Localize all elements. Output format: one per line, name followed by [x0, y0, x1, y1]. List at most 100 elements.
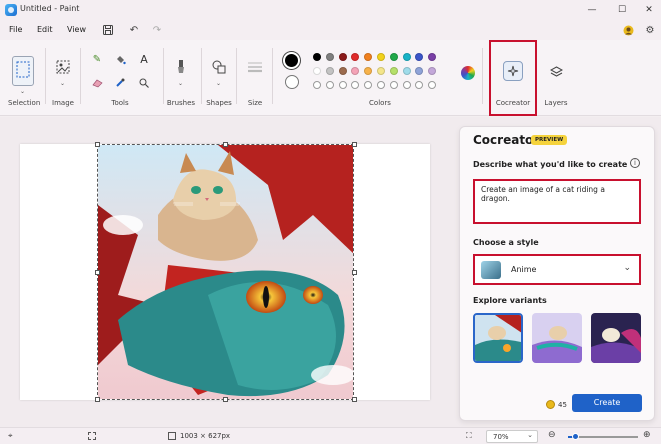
color-swatch[interactable] — [313, 81, 321, 89]
color-swatch[interactable] — [325, 53, 334, 61]
prompt-textarea[interactable]: Create an image of a cat riding a dragon… — [473, 179, 641, 224]
layers-icon[interactable] — [548, 64, 564, 80]
color-swatch[interactable] — [402, 67, 411, 75]
resize-handle[interactable] — [95, 142, 100, 147]
menu-edit[interactable]: Edit — [37, 25, 53, 34]
credit-coin-icon — [546, 400, 555, 409]
cocreator-panel: Cocreator PREVIEW Describe what you'd li… — [459, 126, 655, 421]
secondary-color-swatch[interactable] — [285, 75, 299, 89]
color-swatch[interactable] — [402, 81, 411, 89]
ribbon-divider — [201, 48, 202, 104]
image-dropdown-icon[interactable]: ⌄ — [60, 80, 65, 87]
fill-bucket-icon[interactable] — [113, 52, 127, 66]
color-swatch[interactable] — [402, 53, 411, 61]
layers-group-label: Layers — [544, 99, 568, 107]
color-swatch[interactable] — [377, 53, 385, 61]
brushes-group-label: Brushes — [166, 99, 196, 107]
minimize-button[interactable]: — — [577, 0, 607, 20]
ribbon-toolbar: ⌄ Selection ⌄ Image ✎ A Tools ⌄ Brushes … — [0, 40, 661, 116]
selection-size-icon — [88, 432, 96, 440]
preview-badge: PREVIEW — [531, 135, 568, 145]
variants-label: Explore variants — [473, 296, 547, 305]
color-swatch[interactable] — [377, 67, 385, 75]
pencil-icon[interactable]: ✎ — [90, 52, 104, 66]
color-swatch[interactable] — [389, 53, 398, 61]
color-swatch[interactable] — [338, 53, 347, 61]
color-swatch[interactable] — [338, 67, 347, 75]
redo-icon[interactable]: ↷ — [150, 23, 164, 37]
color-swatch[interactable] — [313, 53, 321, 61]
style-selected-value: Anime — [511, 265, 537, 274]
resize-handle[interactable] — [352, 397, 357, 402]
save-icon[interactable] — [101, 23, 115, 37]
settings-gear-icon[interactable]: ⚙ — [643, 23, 657, 37]
credits-counter: 45 — [546, 400, 567, 409]
menu-view[interactable]: View — [67, 25, 86, 34]
cocreator-sparkle-icon — [503, 61, 523, 81]
color-swatch[interactable] — [325, 67, 334, 75]
magnifier-icon[interactable] — [137, 76, 151, 90]
resize-handle[interactable] — [352, 270, 357, 275]
close-button[interactable]: ✕ — [634, 0, 661, 20]
status-bar: ⌖ 1003 × 627px ⛶ 70% ⌄ ⊖ ⊕ — [0, 427, 661, 444]
maximize-button[interactable]: ☐ — [607, 0, 637, 20]
fit-to-window-icon[interactable]: ⛶ — [466, 431, 472, 441]
pointer-position-icon: ⌖ — [8, 431, 13, 440]
primary-color-swatch[interactable] — [283, 52, 300, 69]
create-button[interactable]: Create — [572, 394, 642, 412]
zoom-select[interactable]: 70% ⌄ — [486, 430, 538, 443]
cocreator-button[interactable]: Cocreator — [489, 40, 537, 116]
color-swatch[interactable] — [389, 67, 398, 75]
color-swatch[interactable] — [313, 67, 321, 75]
resize-handle[interactable] — [352, 142, 357, 147]
edit-colors-icon[interactable] — [461, 66, 475, 80]
size-group-label: Size — [247, 99, 263, 107]
color-picker-icon[interactable] — [113, 76, 127, 90]
undo-icon[interactable]: ↶ — [127, 23, 141, 37]
variant-thumbnail-2[interactable] — [532, 313, 582, 363]
ribbon-divider — [482, 48, 483, 104]
zoom-slider-thumb[interactable] — [572, 433, 579, 440]
brush-icon[interactable] — [172, 58, 190, 76]
colors-group-label: Colors — [369, 99, 391, 107]
selection-dropdown-icon[interactable]: ⌄ — [20, 88, 25, 95]
style-label: Choose a style — [473, 238, 539, 247]
generated-image-cat-riding-dragon[interactable] — [97, 144, 354, 400]
eraser-icon[interactable] — [90, 76, 104, 90]
stroke-size-icon[interactable] — [246, 60, 264, 74]
info-icon[interactable]: i — [630, 158, 640, 168]
zoom-in-icon[interactable]: ⊕ — [643, 430, 651, 440]
resize-handle[interactable] — [223, 397, 228, 402]
style-dropdown[interactable]: Anime ⌄ — [473, 254, 641, 285]
style-thumbnail — [481, 261, 501, 279]
tools-group-label: Tools — [111, 99, 129, 107]
text-tool-icon[interactable]: A — [137, 52, 151, 66]
selection-tool-button[interactable] — [12, 56, 34, 86]
resize-handle[interactable] — [95, 270, 100, 275]
resize-handle[interactable] — [95, 397, 100, 402]
image-crop-icon[interactable] — [54, 58, 72, 76]
zoom-value: 70% — [493, 433, 509, 441]
ribbon-divider — [80, 48, 81, 104]
zoom-out-icon[interactable]: ⊖ — [548, 430, 556, 440]
color-swatch[interactable] — [377, 81, 385, 89]
chevron-down-icon: ⌄ — [623, 263, 631, 273]
account-avatar-icon[interactable] — [621, 23, 635, 37]
variant-thumbnail-3[interactable] — [591, 313, 641, 363]
ribbon-divider — [272, 48, 273, 104]
window-title: Untitled - Paint — [20, 4, 80, 13]
shapes-dropdown-icon[interactable]: ⌄ — [216, 80, 221, 87]
canvas-size-text: 1003 × 627px — [180, 432, 231, 440]
menu-file[interactable]: File — [9, 25, 22, 34]
credits-value: 45 — [558, 400, 567, 409]
resize-handle[interactable] — [223, 142, 228, 147]
shapes-icon[interactable] — [210, 58, 228, 76]
color-swatch[interactable] — [389, 81, 398, 89]
brushes-dropdown-icon[interactable]: ⌄ — [178, 80, 183, 87]
cocreator-title: Cocreator — [473, 133, 540, 147]
title-bar: Untitled - Paint — ☐ ✕ — [0, 0, 661, 20]
color-swatch[interactable] — [338, 81, 347, 89]
variant-thumbnail-1[interactable] — [473, 313, 523, 363]
color-swatch[interactable] — [325, 81, 334, 89]
selection-group-label: Selection — [8, 99, 41, 107]
